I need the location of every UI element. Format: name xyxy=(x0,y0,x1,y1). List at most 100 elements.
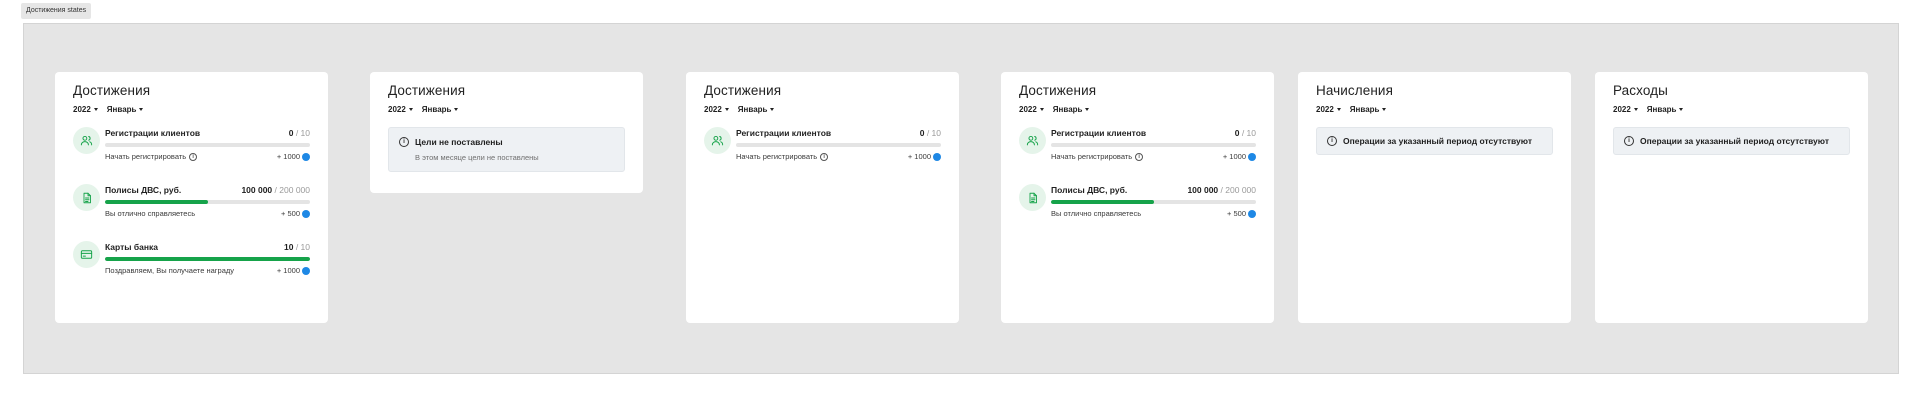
year-dropdown[interactable]: 2022 xyxy=(1613,105,1638,114)
achievement-header: Карты банка 10 / 10 xyxy=(105,242,310,252)
achievement-name: Полисы ДВС, руб. xyxy=(1051,185,1128,195)
achievement-footer: Начать регистрировать i + 1000 xyxy=(1051,152,1256,161)
month-dropdown[interactable]: Январь xyxy=(1647,105,1684,114)
achievement-footer: Вы отлично справляетесь + 500 xyxy=(1051,209,1256,218)
achievement-current: 100 000 xyxy=(1187,185,1219,195)
achievement-current: 0 xyxy=(1234,128,1240,138)
achievement-header: Регистрации клиентов 0 / 10 xyxy=(105,128,310,138)
achievement-item: Регистрации клиентов 0 / 10 Начать регистр… xyxy=(73,127,310,184)
progress-fill xyxy=(1051,200,1154,204)
year-value: 2022 xyxy=(388,104,406,114)
coin-icon xyxy=(1248,152,1256,161)
achievement-item: Полисы ДВС, руб. 100 000 / 200 000 Вы отли… xyxy=(1019,184,1256,241)
achievement-body: Регистрации клиентов 0 / 10 Начать регистр… xyxy=(736,127,941,161)
month-value: Январь xyxy=(106,104,137,114)
notice-title: Операции за указанный период отсутствуют xyxy=(1343,136,1532,146)
achievement-name: Регистрации клиентов xyxy=(736,128,832,138)
year-value: 2022 xyxy=(704,104,722,114)
achievement-current: 0 xyxy=(919,128,925,138)
reward-amount: + 500 xyxy=(281,209,300,218)
year-dropdown[interactable]: 2022 xyxy=(1316,105,1341,114)
achievement-count: 100 000 / 200 000 xyxy=(1187,185,1256,195)
year-dropdown[interactable]: 2022 xyxy=(388,105,413,114)
period-filters: 2022 Январь xyxy=(704,103,941,115)
period-filters: 2022 Январь xyxy=(1019,103,1256,115)
achievement-header: Полисы ДВС, руб. 100 000 / 200 000 xyxy=(1051,185,1256,195)
accruals-card: Начисления 2022 Январь i Операции за ука… xyxy=(1298,72,1571,323)
achievement-description: Вы отлично справляетесь xyxy=(105,209,195,218)
period-filters: 2022 Январь xyxy=(388,103,625,115)
info-icon: i xyxy=(399,137,409,147)
achievement-count: 10 / 10 xyxy=(284,242,310,252)
card-title: Достижения xyxy=(388,83,466,98)
achievements-card-double: Достижения 2022 Январь Регистрации клиен… xyxy=(1001,72,1274,323)
month-value: Январь xyxy=(737,104,768,114)
users-icon xyxy=(73,127,100,154)
achievement-body: Регистрации клиентов 0 / 10 Начать регистр… xyxy=(1051,127,1256,161)
reward-amount: + 1000 xyxy=(276,152,300,161)
month-dropdown[interactable]: Январь xyxy=(422,105,459,114)
achievement-body: Полисы ДВС, руб. 100 000 / 200 000 Вы отли… xyxy=(105,184,310,218)
achievement-item: Регистрации клиентов 0 / 10 Начать регистр… xyxy=(704,127,941,184)
users-icon xyxy=(1019,127,1046,154)
achievement-item: Полисы ДВС, руб. 100 000 / 200 000 Вы отли… xyxy=(73,184,310,241)
achievement-description: Вы отлично справляетесь xyxy=(1051,209,1141,218)
achievements-card-no-goals: Достижения 2022 Январь i Цели не поставл… xyxy=(370,72,643,193)
info-icon: i xyxy=(1327,136,1337,146)
achievement-header: Полисы ДВС, руб. 100 000 / 200 000 xyxy=(105,185,310,195)
month-dropdown[interactable]: Январь xyxy=(738,105,775,114)
achievement-list: Регистрации клиентов 0 / 10 Начать регистр… xyxy=(73,127,310,298)
reward: + 1000 xyxy=(1223,152,1256,161)
card-title: Достижения xyxy=(73,83,151,98)
achievement-item: Регистрации клиентов 0 / 10 Начать регистр… xyxy=(1019,127,1256,184)
info-icon[interactable]: i xyxy=(1135,152,1144,161)
caret-down-icon xyxy=(770,107,775,111)
caret-down-icon xyxy=(1382,107,1387,111)
year-dropdown[interactable]: 2022 xyxy=(704,105,729,114)
month-value: Январь xyxy=(1646,104,1677,114)
year-dropdown[interactable]: 2022 xyxy=(1019,105,1044,114)
month-dropdown[interactable]: Январь xyxy=(1350,105,1387,114)
caret-down-icon xyxy=(1085,107,1090,111)
month-dropdown[interactable]: Январь xyxy=(1053,105,1090,114)
achievement-footer: Поздравляем, Вы получаете награду + 1000 xyxy=(105,266,310,275)
coin-icon xyxy=(302,266,310,275)
description-text: Вы отлично справляетесь xyxy=(1051,209,1142,218)
progress-bar xyxy=(105,200,310,204)
reward-amount: + 1000 xyxy=(276,266,300,275)
caret-down-icon xyxy=(1039,107,1044,111)
achievement-current: 0 xyxy=(288,128,294,138)
progress-bar xyxy=(1051,143,1256,147)
description-text: Начать регистрировать xyxy=(105,152,187,161)
achievement-name: Регистрации клиентов xyxy=(1051,128,1147,138)
achievement-description: Поздравляем, Вы получаете награду xyxy=(105,266,234,275)
year-value: 2022 xyxy=(1019,104,1037,114)
info-icon[interactable]: i xyxy=(820,152,829,161)
credit-card-icon xyxy=(73,241,100,268)
document-icon xyxy=(1019,184,1046,211)
achievements-card-full: Достижения 2022 Январь Регистрации клиен… xyxy=(55,72,328,323)
achievement-header: Регистрации клиентов 0 / 10 xyxy=(1051,128,1256,138)
progress-fill xyxy=(105,200,208,204)
month-dropdown[interactable]: Январь xyxy=(107,105,144,114)
year-dropdown[interactable]: 2022 xyxy=(73,105,98,114)
document-icon xyxy=(73,184,100,211)
caret-down-icon xyxy=(1336,107,1341,111)
year-value: 2022 xyxy=(73,104,91,114)
achievement-description: Начать регистрировать i xyxy=(736,152,829,161)
coin-icon xyxy=(302,209,310,218)
reward: + 1000 xyxy=(908,152,941,161)
empty-notice: i Операции за указанный период отсутству… xyxy=(1316,127,1553,155)
achievement-total: / 10 xyxy=(295,128,310,138)
card-title: Достижения xyxy=(1019,83,1097,98)
achievement-description: Начать регистрировать i xyxy=(105,152,198,161)
info-icon: i xyxy=(1624,136,1634,146)
achievement-total: / 10 xyxy=(926,128,941,138)
progress-bar xyxy=(105,143,310,147)
expenses-card: Расходы 2022 Январь i Операции за указан… xyxy=(1595,72,1868,323)
achievement-current: 10 xyxy=(283,242,294,252)
notice-title: Цели не поставлены xyxy=(415,137,503,147)
info-icon[interactable]: i xyxy=(189,152,198,161)
achievement-footer: Вы отлично справляетесь + 500 xyxy=(105,209,310,218)
achievement-footer: Начать регистрировать i + 1000 xyxy=(736,152,941,161)
